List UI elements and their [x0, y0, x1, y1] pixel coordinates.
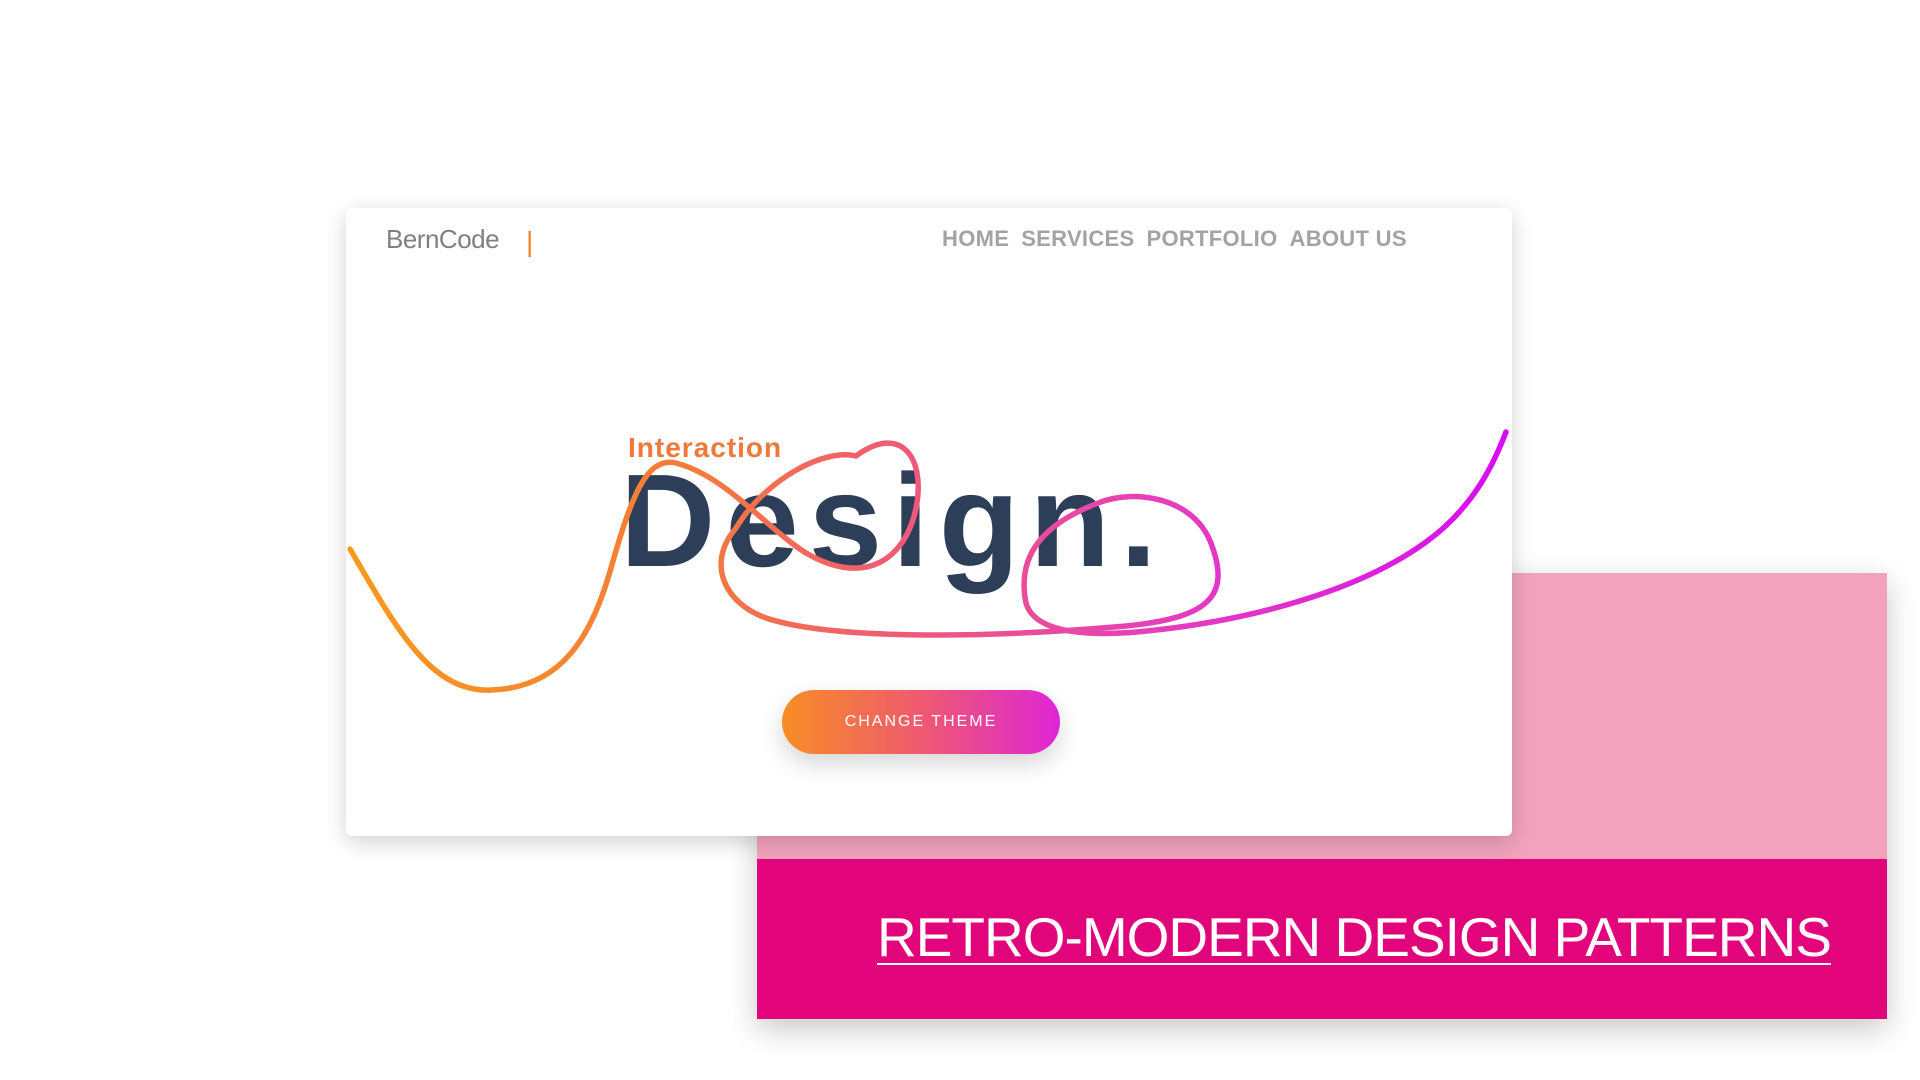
nav-services[interactable]: SERVICES — [1021, 226, 1134, 252]
magenta-banner: RETRO-MODERN DESIGN PATTERNS — [757, 859, 1887, 1019]
change-theme-button[interactable]: CHANGE THEME — [782, 690, 1060, 754]
nav-about-us[interactable]: ABOUT US — [1290, 226, 1407, 252]
hero-title: Design. — [620, 447, 1167, 594]
nav-portfolio[interactable]: PORTFOLIO — [1146, 226, 1277, 252]
main-nav: HOME SERVICES PORTFOLIO ABOUT US — [942, 226, 1407, 252]
slide-canvas: RETRO-MODERN DESIGN PATTERNS BernCode | … — [0, 0, 1920, 1080]
site-logo[interactable]: BernCode — [386, 224, 500, 255]
website-mockup-card: BernCode | HOME SERVICES PORTFOLIO ABOUT… — [346, 208, 1512, 836]
banner-title-link[interactable]: RETRO-MODERN DESIGN PATTERNS — [877, 905, 1832, 969]
nav-home[interactable]: HOME — [942, 226, 1009, 252]
logo-cursor-bar: | — [526, 226, 534, 257]
